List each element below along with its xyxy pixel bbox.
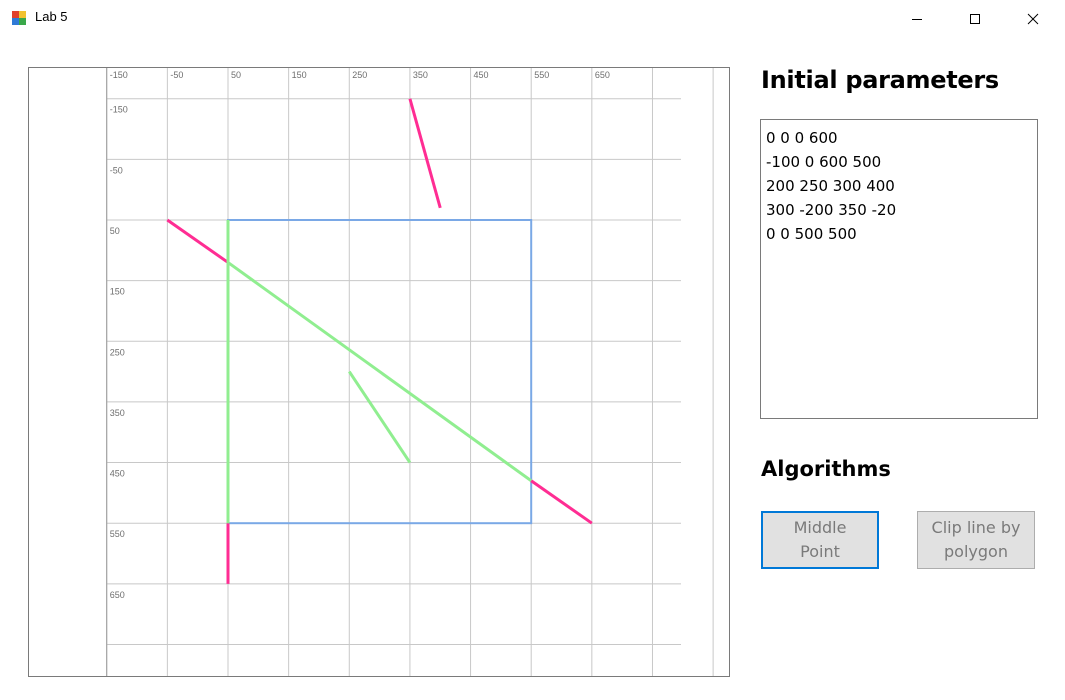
params-textbox[interactable]: 0 0 0 600 -100 0 600 500 200 250 300 400… — [760, 119, 1038, 419]
x-tick-label: 550 — [534, 70, 549, 80]
x-tick-label: 250 — [352, 70, 367, 80]
close-icon — [1027, 13, 1039, 25]
app-icon — [12, 11, 26, 25]
clip-polygon-label: Clip line by polygon — [931, 518, 1021, 561]
y-tick-label: 50 — [110, 226, 120, 236]
drawing-canvas[interactable]: -150 -50 50 150 250 350 450 550 650 -150 -50 50 150 2… — [28, 67, 730, 677]
maximize-icon — [970, 14, 980, 24]
segment-outside — [166, 218, 229, 264]
params-title: Initial parameters — [761, 66, 999, 94]
x-tick-label: 50 — [231, 70, 241, 80]
segment-inside — [227, 261, 533, 482]
algorithms-title: Algorithms — [761, 457, 891, 481]
x-tick-label: -50 — [170, 70, 183, 80]
y-tick-label: 150 — [110, 287, 125, 297]
y-tick-label: 450 — [110, 469, 125, 479]
x-tick-label: 650 — [595, 70, 610, 80]
middle-point-label: Middle Point — [793, 518, 847, 561]
minimize-icon — [912, 19, 922, 20]
x-tick-label: 350 — [413, 70, 428, 80]
plot-area: -150 -50 50 150 250 350 450 550 650 -150 -50 50 150 2… — [106, 68, 714, 676]
y-tick-label: 550 — [110, 529, 125, 539]
window-title: Lab 5 — [35, 9, 68, 24]
x-tick-label: 450 — [474, 70, 489, 80]
middle-point-button[interactable]: Middle Point — [761, 511, 879, 569]
close-button[interactable] — [1010, 0, 1056, 38]
y-tick-label: -150 — [110, 105, 128, 115]
y-tick-label: 250 — [110, 347, 125, 357]
y-tick-label: 350 — [110, 408, 125, 418]
segment-outside — [530, 479, 593, 525]
title-bar: Lab 5 — [0, 0, 1065, 38]
y-tick-label: 650 — [110, 590, 125, 600]
tick-labels: -150 -50 50 150 250 350 450 550 650 -150 -50 50 150 2… — [110, 70, 610, 600]
x-tick-label: -150 — [110, 70, 128, 80]
minimize-button[interactable] — [894, 0, 940, 38]
clip-polygon-button[interactable]: Clip line by polygon — [917, 511, 1035, 569]
maximize-button[interactable] — [952, 0, 998, 38]
grid — [106, 68, 714, 676]
y-tick-label: -50 — [110, 165, 123, 175]
segment-outside — [408, 98, 442, 209]
x-tick-label: 150 — [292, 70, 307, 80]
